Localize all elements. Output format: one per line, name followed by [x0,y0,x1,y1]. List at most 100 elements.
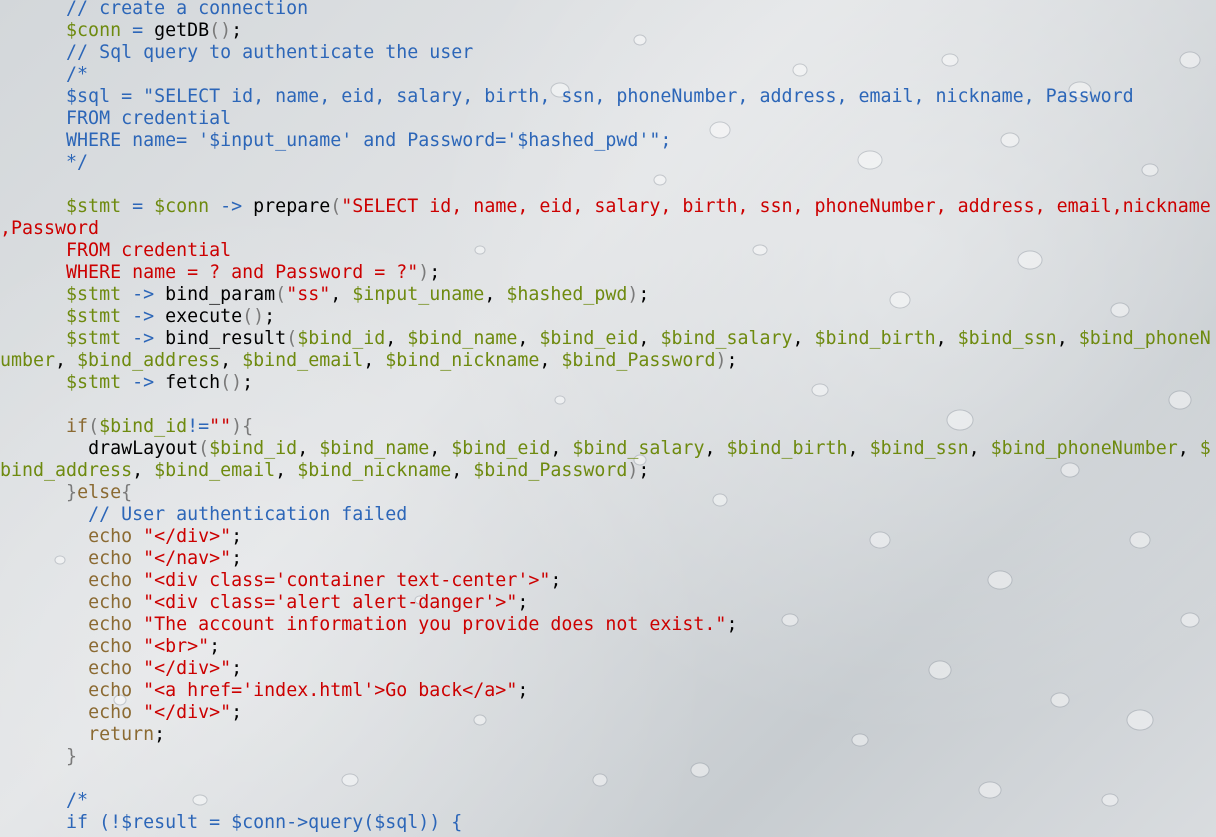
code-line[interactable]: // create a connection [0,0,1216,20]
code-line[interactable]: $stmt = $conn -> prepare("SELECT id, nam… [0,196,1216,218]
string-token: WHERE name = ? and Password = ?" [66,262,419,283]
code-line[interactable]: $stmt -> execute(); [0,306,1216,328]
code-line[interactable]: echo "</div>"; [0,526,1216,548]
code-line[interactable]: umber, $bind_address, $bind_email, $bind… [0,350,1216,372]
punctuation-token: , [1177,438,1200,459]
code-editor[interactable]: // create a connection $conn = getDB(); … [0,0,1216,837]
punctuation-token: , [792,328,815,349]
code-line[interactable]: echo "<div class='container text-center'… [0,570,1216,592]
punctuation-token: ; [231,658,243,679]
variable-token: $bind_salary [660,328,793,349]
code-line[interactable]: WHERE name= '$input_uname' and Password=… [0,130,1216,152]
code-line[interactable]: ,Password [0,218,1216,240]
keyword-token: echo [88,526,133,547]
variable-token: $bind_name [407,328,518,349]
code-line[interactable]: return; [0,724,1216,746]
comment-token: FROM credential [66,108,232,129]
punctuation-token: , [385,328,408,349]
code-line[interactable]: bind_address, $bind_email, $bind_nicknam… [0,460,1216,482]
code-text[interactable]: // create a connection $conn = getDB(); … [0,0,1216,834]
code-line[interactable]: }else{ [0,482,1216,504]
bracket-token: () [220,372,243,393]
punctuation-token: ; [231,548,243,569]
function-token: bind_result [165,328,287,349]
comment-token: /* [66,790,89,811]
variable-token: $hashed_pwd [506,284,628,305]
string-token: "<br>" [143,636,210,657]
operator-token: != [187,416,210,437]
code-line[interactable]: if($bind_id!=""){ [0,416,1216,438]
string-token: "The account information you provide doe… [143,614,727,635]
operator-token: -> [121,306,166,327]
variable-token: $bind_birth [726,438,848,459]
punctuation-token: , [330,284,353,305]
operator-token: = [121,196,155,217]
punctuation-token: , [847,438,870,459]
code-line[interactable]: echo "<a href='index.html'>Go back</a>"; [0,680,1216,702]
code-line[interactable]: */ [0,152,1216,174]
code-line[interactable]: echo "</div>"; [0,658,1216,680]
code-line[interactable]: FROM credential [0,108,1216,130]
variable-token: $stmt [66,196,122,217]
code-line[interactable]: drawLayout($bind_id, $bind_name, $bind_e… [0,438,1216,460]
bracket-token: ) [715,350,727,371]
comment-token: */ [66,152,89,173]
code-line[interactable]: echo "<div class='alert alert-danger'>"; [0,592,1216,614]
punctuation-token: ; [242,372,254,393]
code-line[interactable] [0,768,1216,790]
code-line[interactable]: /* [0,790,1216,812]
variable-token: $stmt [66,372,122,393]
code-line[interactable]: $stmt -> fetch(); [0,372,1216,394]
code-line[interactable]: // User authentication failed [0,504,1216,526]
code-line[interactable]: $conn = getDB(); [0,20,1216,42]
variable-token: $bind_id [297,328,386,349]
code-line[interactable]: echo "</nav>"; [0,548,1216,570]
bracket-token: ) [627,284,639,305]
variable-token: $bind_phoneN [1078,328,1211,349]
keyword-token: if [66,416,89,437]
comment-token: if (!$result = $conn->query($sql)) { [66,812,463,833]
keyword-token: echo [88,614,133,635]
bracket-token: ( [88,416,100,437]
code-line[interactable] [0,394,1216,416]
operator-token: -> [121,284,166,305]
code-line[interactable]: echo "</div>"; [0,702,1216,724]
code-line[interactable]: $stmt -> bind_param("ss", $input_uname, … [0,284,1216,306]
code-line[interactable] [0,174,1216,196]
code-line[interactable]: $sql = "SELECT id, name, eid, salary, bi… [0,86,1216,108]
operator-token: -> [121,328,166,349]
string-token: "" [209,416,232,437]
punctuation-token: ; [264,306,276,327]
variable-token: $bind_eid [539,328,639,349]
code-line[interactable]: WHERE name = ? and Password = ?"); [0,262,1216,284]
code-line[interactable]: // Sql query to authenticate the user [0,42,1216,64]
code-line[interactable]: if (!$result = $conn->query($sql)) { [0,812,1216,834]
variable-token: $bind_nickname [297,460,452,481]
bracket-token: } [66,482,78,503]
code-line[interactable]: echo "<br>"; [0,636,1216,658]
variable-token: $stmt [66,306,122,327]
code-line[interactable]: FROM credential [0,240,1216,262]
string-token: "SELECT id, name, eid, salary, birth, ss… [341,196,1211,217]
punctuation-token: ; [231,526,243,547]
keyword-token: echo [88,658,133,679]
code-line[interactable]: /* [0,64,1216,86]
code-line[interactable]: } [0,746,1216,768]
comment-token: $sql = "SELECT id, name, eid, salary, bi… [66,86,1134,107]
code-line[interactable]: echo "The account information you provid… [0,614,1216,636]
code-line[interactable]: $stmt -> bind_result($bind_id, $bind_nam… [0,328,1216,350]
